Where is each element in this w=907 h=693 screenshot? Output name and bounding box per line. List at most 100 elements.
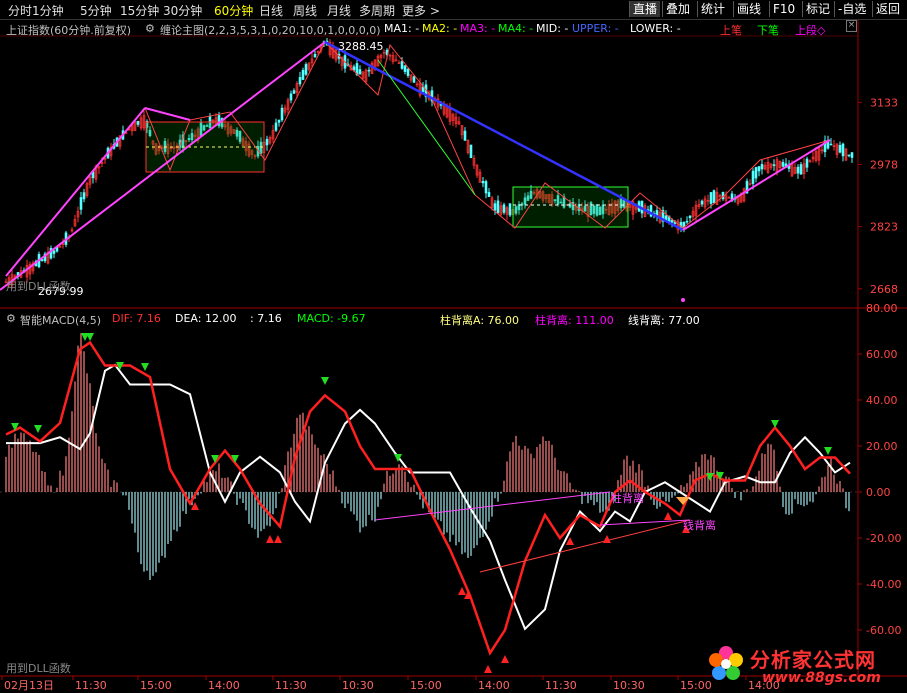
candle-body: [757, 166, 761, 172]
period-tab-7[interactable]: 周线: [293, 2, 317, 19]
period-tab-4[interactable]: 30分钟: [163, 2, 202, 19]
buy-arrow-2: [274, 535, 282, 543]
macd-settings-icon[interactable]: ⚙: [6, 312, 16, 325]
toolbar-button-1[interactable]: 叠加: [662, 1, 693, 17]
toolbar-button-4[interactable]: F10: [769, 1, 798, 17]
candle-body: [484, 181, 488, 194]
time-label-3: 14:00: [208, 679, 240, 692]
period-tab-1[interactable]: 1分钟: [32, 2, 64, 19]
macd-tick-label-3: 20.00: [866, 440, 898, 453]
watermark-logo: 分析家公式网 www.88gs.com: [706, 642, 902, 690]
macd-tick-label-4: 0.00: [866, 486, 891, 499]
legend-segment: 上段◇: [795, 24, 826, 37]
buy-arrow-3: [458, 587, 466, 595]
dif-value: DIF: 7.16: [112, 312, 161, 325]
toolbar: 分时 1分钟 5分钟 15分钟 30分钟 60分钟 日线 周线 月线 多周期 更多 > 直播 叠加 统计画…: [0, 0, 907, 20]
candle-body: [670, 219, 674, 223]
zhu-value: 柱背离: 111.00: [535, 314, 614, 327]
candle-body: [799, 164, 803, 175]
chart-canvas: 3133 2978 2823 2668 80.00 60.00 40.00 20.00 0.00…: [0, 20, 907, 692]
mid-value: MID: -: [536, 22, 569, 35]
candle-body: [685, 220, 689, 223]
candle-body: [265, 138, 269, 146]
candle-body: [280, 107, 284, 121]
candle-body: [301, 69, 305, 80]
sell-arrow-11: [824, 447, 832, 455]
signal-dot: [681, 298, 685, 302]
period-tab-6[interactable]: 日线: [259, 2, 283, 19]
watermark-url: www.88gs.com: [762, 670, 881, 686]
candle-body: [136, 121, 140, 125]
period-tab-3[interactable]: 15分钟: [120, 2, 159, 19]
macd-tick-label-1: 60.00: [866, 348, 898, 361]
period-tab-9[interactable]: 多周期: [359, 2, 395, 19]
toolbar-button-5[interactable]: 标记: [802, 1, 833, 17]
candle-body: [406, 68, 410, 76]
buy-arrow-9: [664, 512, 672, 520]
candle-body: [292, 90, 296, 94]
period-tab-2[interactable]: 5分钟: [80, 2, 112, 19]
price-tick-label-0: 3133: [870, 96, 898, 109]
macd-title[interactable]: 智能MACD(4,5): [20, 312, 101, 328]
period-tab-0[interactable]: 分时: [8, 2, 32, 19]
buy-arrow-1: [266, 535, 274, 543]
candle-body: [82, 192, 86, 200]
toolbar-button-7[interactable]: 返回: [872, 1, 903, 17]
price-tick-label-1: 2978: [870, 158, 898, 171]
time-label-9: 10:30: [613, 679, 645, 692]
candle-body: [277, 119, 281, 123]
main-dll-text: 用到DLL函数: [6, 280, 71, 293]
legend-down-stroke: 下笔: [757, 24, 779, 37]
candle-body: [469, 144, 473, 159]
sell-arrow-1: [86, 333, 94, 341]
sell-arrow-12: [706, 473, 714, 481]
toolbar-button-3[interactable]: 画线: [733, 1, 764, 17]
legend-up-stroke: 上笔: [720, 24, 742, 37]
candle-body: [751, 170, 755, 184]
time-label-8: 11:30: [545, 679, 577, 692]
candle-body: [841, 143, 845, 157]
period-tab-10[interactable]: 更多 >: [402, 2, 440, 19]
candle-body: [496, 200, 500, 214]
macd-tick-label-7: -60.00: [866, 624, 901, 637]
settings-icon[interactable]: ⚙: [145, 22, 155, 35]
dea-line: [6, 363, 851, 631]
time-label-2: 15:00: [140, 679, 172, 692]
macd-subchart[interactable]: [0, 333, 858, 673]
main-price-chart[interactable]: [0, 38, 854, 302]
candle-body: [712, 190, 716, 204]
sell-arrow-8: [321, 377, 329, 385]
sell-arrow-5: [34, 425, 42, 433]
upper-value: UPPER: -: [572, 22, 619, 35]
main-indicator[interactable]: 缠论主图(2,2,3,5,3,1,0,20,10,0,1,0,0,0,0): [160, 22, 381, 38]
candle-body: [760, 164, 764, 170]
macd-tick-label-6: -40.00: [866, 578, 901, 591]
candle-body: [502, 204, 506, 213]
time-label-7: 14:00: [478, 679, 510, 692]
candle-body: [79, 197, 83, 210]
toolbar-button-2[interactable]: 统计: [697, 1, 728, 17]
candle-body: [709, 192, 713, 204]
toolbar-button-6[interactable]: -自选: [834, 1, 869, 17]
candle-body: [754, 167, 758, 179]
time-label-5: 10:30: [342, 679, 374, 692]
toolbar-button-0[interactable]: 直播: [629, 1, 661, 17]
segment-down-main: [324, 40, 684, 232]
dea-value: DEA: 12.00: [175, 312, 237, 325]
candle-body: [274, 122, 278, 131]
candle-body: [772, 164, 776, 166]
orange-marker: [676, 497, 690, 505]
period-tab-8[interactable]: 月线: [327, 2, 351, 19]
candle-body: [847, 154, 851, 157]
candle-body: [688, 215, 692, 219]
candle-body: [493, 203, 497, 211]
candle-body: [358, 69, 362, 75]
macd-tick-label-0: 80.00: [866, 302, 898, 315]
ma1-value: MA1: -: [384, 22, 420, 35]
close-icon[interactable]: ×: [846, 20, 857, 32]
period-tab-5[interactable]: 60分钟: [214, 2, 253, 19]
sell-arrow-10: [771, 420, 779, 428]
candle-body: [400, 61, 404, 69]
xian-divergence-label: 线背离: [683, 519, 716, 532]
candle-body: [487, 192, 491, 197]
